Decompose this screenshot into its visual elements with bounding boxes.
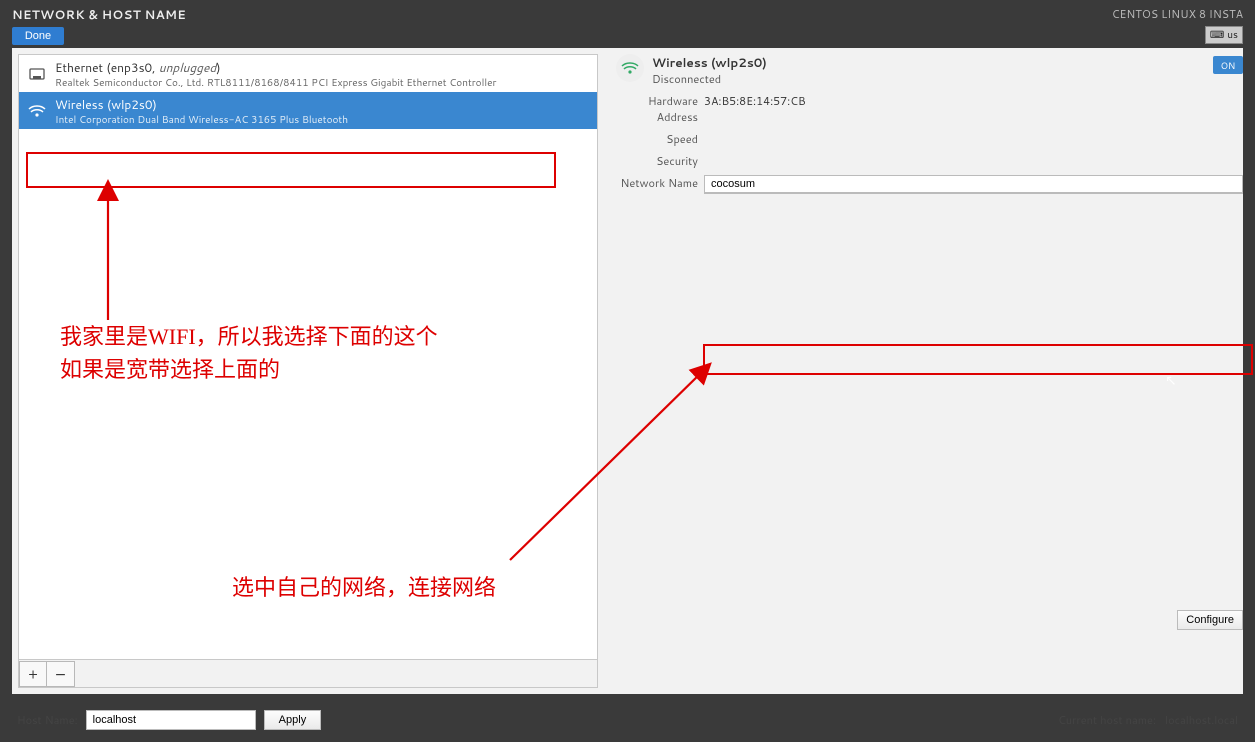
annotation-arrow-1 <box>0 0 1255 742</box>
